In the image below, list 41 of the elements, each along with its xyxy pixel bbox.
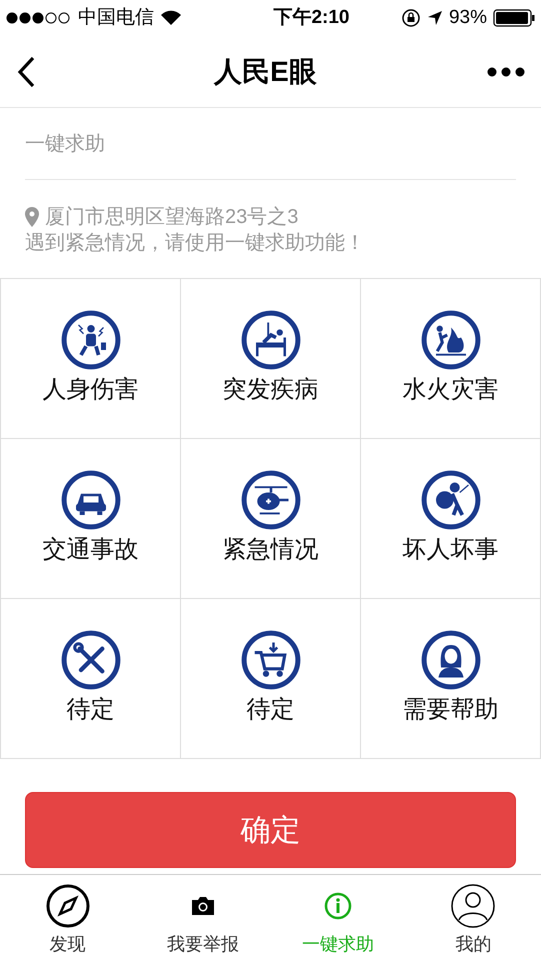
wifi-icon bbox=[160, 10, 182, 26]
status-time: 下午2:10 bbox=[272, 6, 350, 30]
battery-icon bbox=[493, 9, 535, 27]
more-icon bbox=[487, 66, 525, 76]
category-icon bbox=[60, 470, 120, 530]
category-tile[interactable]: 需要帮助 bbox=[361, 599, 541, 759]
category-icon bbox=[420, 310, 480, 370]
tab-item[interactable]: 我要举报 bbox=[135, 875, 270, 960]
profile-icon bbox=[450, 883, 496, 929]
category-tile[interactable]: 待定 bbox=[1, 599, 181, 759]
compass-icon bbox=[44, 883, 91, 929]
category-tile[interactable]: 紧急情况 bbox=[181, 439, 361, 599]
category-tile[interactable]: 交通事故 bbox=[1, 439, 181, 599]
carrier-text: 中国电信 bbox=[78, 6, 154, 30]
category-icon bbox=[240, 310, 300, 370]
camera-icon bbox=[190, 895, 216, 917]
back-icon bbox=[16, 54, 36, 88]
rotation-lock-icon bbox=[400, 8, 421, 28]
info-icon bbox=[324, 892, 352, 920]
category-tile[interactable]: 水火灾害 bbox=[361, 279, 541, 439]
category-icon bbox=[60, 630, 120, 690]
category-tile[interactable]: 坏人坏事 bbox=[361, 439, 541, 599]
confirm-button[interactable]: 确定 bbox=[25, 792, 516, 868]
category-icon bbox=[240, 470, 300, 530]
category-icon bbox=[420, 630, 480, 690]
location-arrow-icon bbox=[426, 10, 443, 26]
tab-item[interactable]: 发现 bbox=[0, 875, 136, 960]
category-icon bbox=[420, 470, 480, 530]
category-tile[interactable]: 待定 bbox=[181, 599, 361, 759]
address-text: 厦门市思明区望海路23号之3 bbox=[45, 205, 298, 230]
hint-text: 遇到紧急情况，请使用一键求助功能！ bbox=[25, 232, 365, 254]
section-title: 一键求助 bbox=[25, 132, 105, 156]
page-title: 人民E眼 bbox=[214, 54, 317, 88]
signal-icon bbox=[6, 12, 72, 24]
location-pin-icon bbox=[25, 207, 39, 227]
category-icon bbox=[240, 630, 300, 690]
battery-percent: 93% bbox=[448, 6, 487, 30]
category-icon bbox=[60, 310, 120, 370]
category-tile[interactable]: 突发疾病 bbox=[181, 279, 361, 439]
tab-item[interactable]: 我的 bbox=[406, 875, 541, 960]
category-tile[interactable]: 人身伤害 bbox=[1, 279, 181, 439]
